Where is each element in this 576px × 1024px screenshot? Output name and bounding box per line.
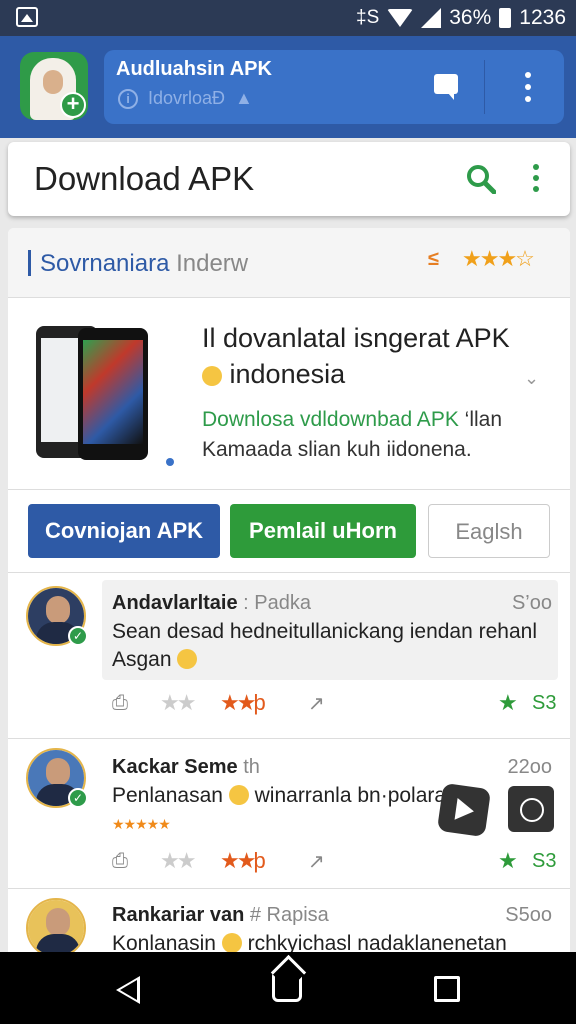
emoji-icon — [221, 933, 242, 953]
like-icon[interactable]: ⎙ — [112, 850, 160, 873]
hero-description: Kamaada slian kuh iidonena. — [202, 438, 472, 461]
author-handle: th — [237, 756, 260, 778]
share-icon[interactable]: ↗ — [308, 691, 498, 716]
search-icon[interactable] — [466, 164, 496, 194]
install-button[interactable]: Pemlail uHorn — [230, 504, 416, 558]
play-icon[interactable] — [436, 782, 492, 838]
phone-image — [78, 328, 148, 460]
app-header: + Audluahsin APK i IdovrloaĐ ▲ — [0, 36, 576, 138]
favorite-icon[interactable]: ★ — [498, 848, 532, 874]
gallery-icon — [16, 7, 38, 27]
app-card[interactable]: Audluahsin APK i IdovrloaĐ ▲ — [104, 50, 564, 124]
comment-author[interactable]: Kackar Seme th — [112, 756, 260, 779]
download-apk-button[interactable]: Covniojan APK — [28, 504, 220, 558]
battery-icon — [499, 8, 512, 28]
verified-icon: ✓ — [68, 788, 88, 808]
panel-title: Sovrnaniara Inderw — [40, 250, 248, 278]
rating-stars: ★★★☆ — [462, 246, 535, 271]
hero-title: Il dovanlatal isngerat APK indonesia — [202, 320, 552, 392]
comment-actions: ⎙ ★★ ★★þ ↗ ★ S3 — [112, 846, 558, 876]
add-icon[interactable]: + — [60, 92, 86, 118]
comment-body-cont: winarranla bn·polaraydh — [254, 784, 442, 807]
signal-icon — [421, 8, 442, 28]
comment-author[interactable]: Andavlarltaie : Padka — [112, 592, 311, 615]
wifi-icon — [387, 9, 414, 27]
favorite-icon[interactable]: ★ — [498, 690, 532, 716]
comment-body: Penlanasan — [112, 784, 223, 807]
language-button[interactable]: Eaglsh — [428, 504, 550, 558]
carousel-dot[interactable] — [166, 458, 174, 466]
rating-stars[interactable]: ★★þ — [220, 848, 308, 874]
hero-title-line2: indonesia — [229, 359, 346, 389]
avatar[interactable] — [26, 898, 86, 958]
battery-percent: 36% — [449, 6, 492, 29]
app-subtitle-row: i IdovrloaĐ ▲ — [118, 88, 253, 109]
comment-item: ✓ Andavlarltaie : Padka S’oo Sean desad … — [8, 572, 570, 732]
bluetooth-icon: ‡S — [356, 7, 380, 28]
back-icon[interactable] — [116, 976, 140, 1004]
comment-text: Sean desad hedneitullanickang iendan reh… — [112, 618, 552, 674]
camera-icon[interactable] — [508, 786, 554, 832]
favorite-count: S3 — [532, 849, 557, 872]
comment-actions: ⎙ ★★ ★★þ ↗ ★ S3 — [112, 688, 558, 718]
comment-text: Penlanasan winarranla bn·polaraydh — [112, 782, 442, 810]
rating-stars-empty[interactable]: ★★ — [160, 848, 220, 874]
emoji-icon — [228, 785, 249, 805]
status-indicators: ‡S 36% 1236 — [356, 5, 566, 31]
panel-title-main: Sovrnaniara — [40, 250, 170, 277]
app-avatar[interactable]: + — [20, 52, 88, 120]
hero-link-suffix: ‘llan — [458, 408, 503, 431]
divider — [484, 60, 485, 114]
emoji-icon — [177, 649, 198, 669]
navigation-bar — [0, 952, 576, 1024]
hero-link[interactable]: Downlosa vdldownbad APK ‘llan — [202, 408, 502, 432]
author-handle: # Rapisa — [244, 904, 329, 926]
emoji-icon — [202, 366, 222, 386]
app-hero: Il dovanlatal isngerat APK indonesia ⌄ D… — [8, 298, 570, 490]
status-bar: ‡S 36% 1236 — [0, 0, 576, 36]
more-vert-icon[interactable] — [532, 164, 540, 192]
verified-icon: ✓ — [68, 626, 88, 646]
search-bar[interactable]: Download APK — [8, 142, 570, 216]
author-handle: : Padka — [237, 592, 311, 614]
app-subtitle: IdovrloaĐ — [148, 88, 226, 108]
panel-title-muted: Inderw — [169, 250, 249, 277]
chevron-down-icon[interactable]: ⌄ — [524, 368, 539, 389]
rating-stars-empty[interactable]: ★★ — [160, 690, 220, 716]
like-icon[interactable]: ⎙ — [112, 692, 160, 715]
comment-time: S5oo — [505, 904, 552, 926]
rating-stars[interactable]: ★★þ — [220, 690, 308, 716]
chat-icon[interactable] — [434, 74, 458, 100]
comment-time: 22oo — [507, 756, 553, 778]
clock: 1236 — [519, 6, 566, 29]
panel-header: Sovrnaniara Inderw ≤ ★★★☆ — [8, 228, 570, 298]
app-title: Audluahsin APK — [116, 58, 272, 80]
content-panel: Sovrnaniara Inderw ≤ ★★★☆ Il dovanlatal … — [8, 228, 570, 968]
favorite-count: S3 — [532, 691, 557, 714]
author-name: Rankariar van — [112, 904, 245, 926]
thumbs-up-icon[interactable]: ▲ — [235, 88, 253, 109]
list-icon[interactable]: ≤ — [428, 248, 439, 271]
comment-author[interactable]: Rankariar van # Rapisa — [112, 904, 329, 927]
hero-link-text: Downlosa vdldownbad APK — [202, 408, 459, 431]
info-icon[interactable]: i — [118, 88, 138, 109]
author-name: Andavlarltaie — [112, 592, 238, 614]
search-title: Download APK — [34, 160, 255, 197]
comment-body: Sean desad hedneitullanickang iendan reh… — [112, 620, 538, 671]
author-name: Kackar Seme — [112, 756, 238, 778]
recent-apps-icon[interactable] — [434, 976, 460, 1002]
share-icon[interactable]: ↗ — [308, 849, 498, 874]
more-vert-icon[interactable] — [524, 72, 532, 102]
header-accent — [28, 250, 31, 276]
home-icon[interactable] — [272, 972, 302, 1002]
hero-title-line1: Il dovanlatal isngerat APK — [202, 323, 510, 353]
mini-rating-stars: ★★★★★ — [112, 816, 171, 832]
comment-time: S’oo — [511, 592, 552, 614]
